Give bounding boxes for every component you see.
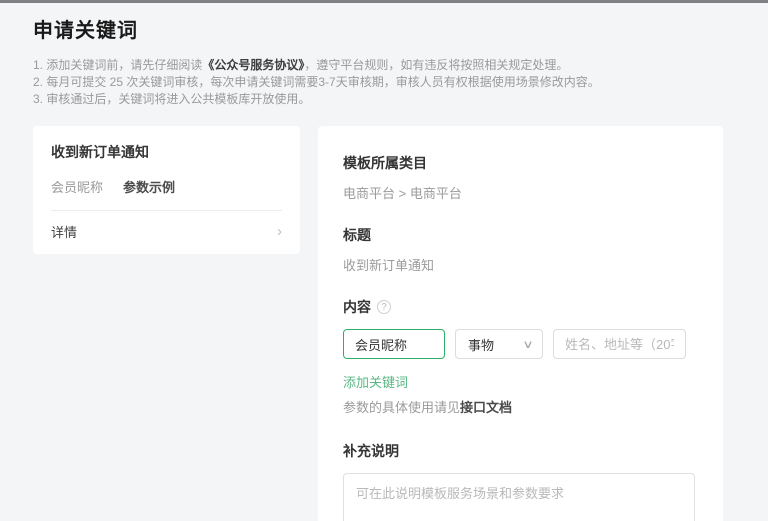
detail-label: 详情 xyxy=(51,222,77,241)
title-group: 标题 收到新订单通知 xyxy=(343,225,695,274)
api-doc-link[interactable]: 接口文档 xyxy=(460,400,512,415)
note-line-2: 2. 每月可提交 25 次关键词审核，每次申请关键词需要3-7天审核期，审核人员… xyxy=(33,74,723,91)
note-line-1-prefix: 1. 添加关键词前，请先仔细阅读 xyxy=(33,58,202,72)
note-line-3: 3. 审核通过后，关键词将进入公共模板库开放使用。 xyxy=(33,91,723,108)
keyword-form-card: 模板所属类目 电商平台 > 电商平台 标题 收到新订单通知 内容 ? 事物 ∨ xyxy=(318,126,723,521)
param-keyword-label: 会员昵称 xyxy=(51,180,103,195)
category-value: 电商平台 > 电商平台 xyxy=(343,183,695,202)
type-select-value: 事物 xyxy=(468,335,494,354)
doc-hint: 参数的具体使用请见接口文档 xyxy=(343,397,695,416)
rules-notes: 1. 添加关键词前，请先仔细阅读《公众号服务协议》，遵守平台规则，如有违反将按照… xyxy=(33,57,723,108)
content-label: 内容 ? xyxy=(343,297,695,317)
doc-hint-prefix: 参数的具体使用请见 xyxy=(343,400,460,415)
detail-row[interactable]: 详情 › xyxy=(51,222,282,241)
service-agreement-link[interactable]: 《公众号服务协议》 xyxy=(202,58,304,72)
remark-group: 补充说明 xyxy=(343,441,695,521)
note-line-1-suffix: ，遵守平台规则，如有违反将按照相关规定处理。 xyxy=(304,58,568,72)
keyword-input-row: 事物 ∨ xyxy=(343,329,695,359)
help-icon[interactable]: ? xyxy=(377,300,391,314)
template-preview-card: 收到新订单通知 会员昵称 参数示例 详情 › xyxy=(33,126,300,254)
note-line-1: 1. 添加关键词前，请先仔细阅读《公众号服务协议》，遵守平台规则，如有违反将按照… xyxy=(33,57,723,74)
chevron-right-icon: › xyxy=(277,224,282,239)
example-input[interactable] xyxy=(553,329,686,359)
window-top-border xyxy=(0,0,768,3)
param-example-value: 参数示例 xyxy=(123,180,175,195)
keyword-input[interactable] xyxy=(343,329,445,359)
title-value: 收到新订单通知 xyxy=(343,255,695,274)
preview-divider xyxy=(51,210,282,211)
category-label: 模板所属类目 xyxy=(343,153,695,173)
template-param-row: 会员昵称 参数示例 xyxy=(51,177,282,196)
add-keyword-link[interactable]: 添加关键词 xyxy=(343,372,408,391)
content-group: 内容 ? 事物 ∨ 添加关键词 参数的具体使用请见接口文档 xyxy=(343,297,695,416)
remark-textarea[interactable] xyxy=(343,473,695,521)
remark-label: 补充说明 xyxy=(343,441,695,461)
category-group: 模板所属类目 电商平台 > 电商平台 xyxy=(343,153,695,202)
template-preview-title: 收到新订单通知 xyxy=(51,142,282,162)
content-cards: 收到新订单通知 会员昵称 参数示例 详情 › 模板所属类目 电商平台 > 电商平台… xyxy=(33,126,723,521)
type-select[interactable]: 事物 ∨ xyxy=(455,329,543,359)
title-label: 标题 xyxy=(343,225,695,245)
content-label-text: 内容 xyxy=(343,297,371,317)
chevron-down-icon: ∨ xyxy=(522,338,533,351)
page-title: 申请关键词 xyxy=(33,14,723,43)
apply-keyword-page: 申请关键词 1. 添加关键词前，请先仔细阅读《公众号服务协议》，遵守平台规则，如… xyxy=(0,14,768,521)
